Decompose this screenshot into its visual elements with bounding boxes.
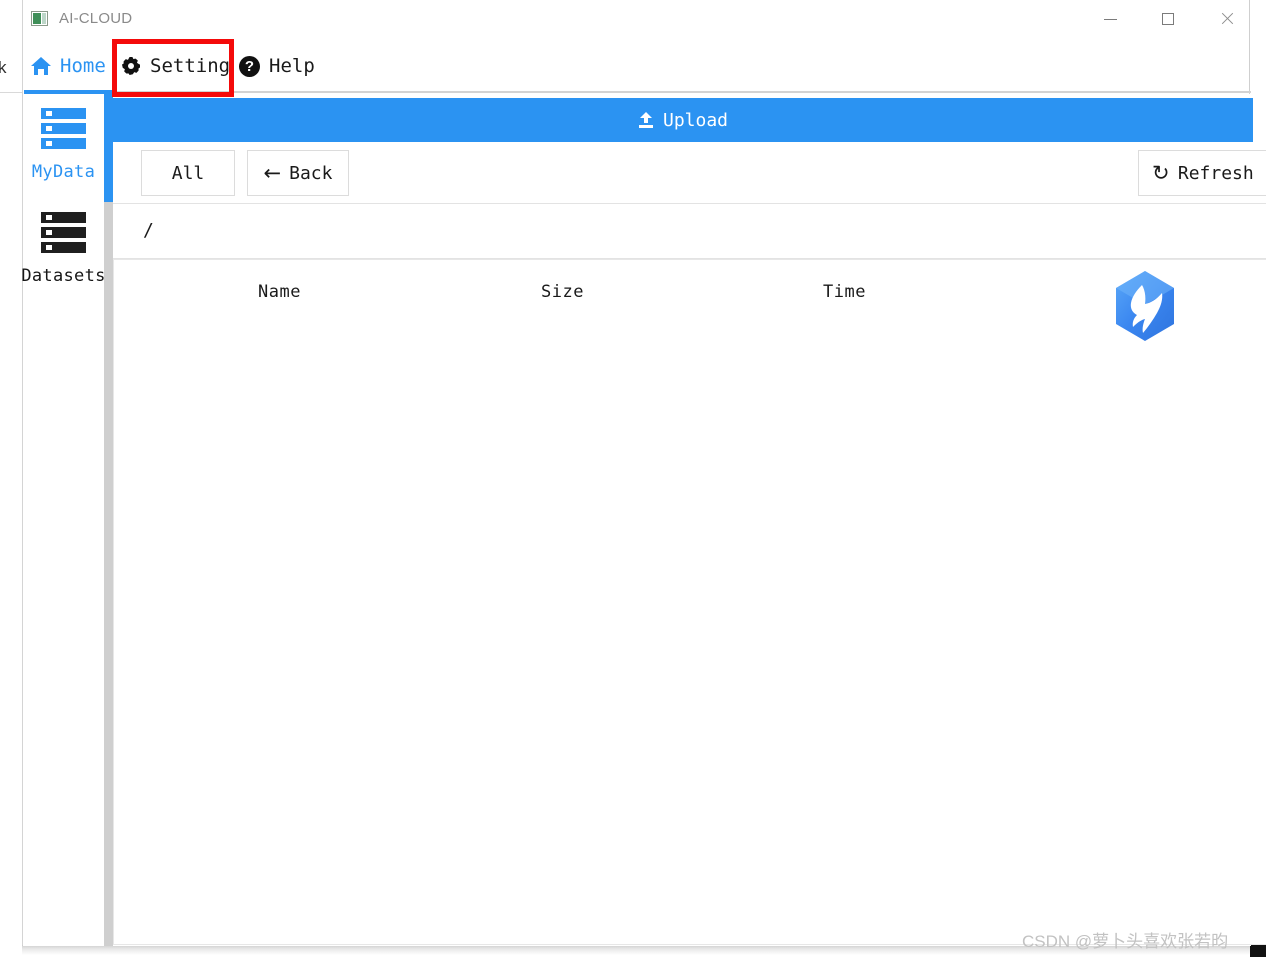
sidebar-scrollbar-track[interactable] <box>104 94 113 946</box>
minimize-icon <box>1103 18 1117 20</box>
background-text-fragment: k <box>0 58 7 77</box>
sidebar: MyData Datasets <box>21 94 106 946</box>
sidebar-item-datasets[interactable]: Datasets <box>21 212 106 286</box>
server-stack-icon <box>41 108 86 150</box>
sidebar-item-mydata[interactable]: MyData <box>23 108 104 182</box>
back-button-label: Back <box>289 162 333 184</box>
main-nav-bar: Home Setting ? Help <box>23 38 1251 94</box>
maximize-icon <box>1162 13 1174 25</box>
screen-root: k AI-CLOUD Home Setting ? Help MyData Da… <box>0 0 1266 957</box>
breadcrumb-bar: / <box>113 204 1266 259</box>
upload-arrow-icon <box>638 111 654 129</box>
background-divider-line <box>0 92 22 93</box>
tab-help[interactable]: ? Help <box>239 38 315 94</box>
file-table: Name Size Time <box>113 259 1266 945</box>
window-title: AI-CLOUD <box>59 10 133 27</box>
question-mark-icon: ? <box>239 55 260 77</box>
maximize-button[interactable] <box>1145 0 1191 38</box>
breadcrumb[interactable]: / <box>143 220 154 241</box>
close-icon <box>1220 12 1234 26</box>
tab-home[interactable]: Home <box>24 38 114 94</box>
all-button-label: All <box>171 162 205 184</box>
column-header-size[interactable]: Size <box>541 282 584 302</box>
app-window-icon <box>31 11 48 26</box>
sidebar-item-datasets-label: Datasets <box>21 266 106 286</box>
content-panel: Upload All ← Back ↺ Refresh / Name Size … <box>113 94 1266 946</box>
tab-setting[interactable]: Setting <box>121 38 230 94</box>
home-icon <box>31 57 51 75</box>
column-header-time[interactable]: Time <box>823 282 866 302</box>
back-button[interactable]: ← Back <box>247 150 349 196</box>
refresh-button-label: Refresh <box>1177 162 1254 184</box>
tab-help-label: Help <box>269 55 315 77</box>
refresh-icon: ↺ <box>1152 160 1170 185</box>
all-button[interactable]: All <box>141 150 235 196</box>
tab-home-label: Home <box>60 55 106 77</box>
file-toolbar: All ← Back ↺ Refresh <box>113 142 1266 204</box>
upload-label: Upload <box>662 109 729 131</box>
server-stack-icon <box>41 212 86 254</box>
title-bar: AI-CLOUD <box>23 0 1249 38</box>
gear-icon <box>121 56 141 76</box>
tab-setting-label: Setting <box>150 55 231 77</box>
sidebar-item-mydata-label: MyData <box>31 162 96 182</box>
close-button[interactable] <box>1204 0 1250 38</box>
application-window: AI-CLOUD Home Setting ? Help MyData Data… <box>21 0 1266 946</box>
sidebar-scrollbar-thumb[interactable] <box>104 94 113 202</box>
minimize-button[interactable] <box>1087 0 1133 38</box>
window-body: MyData Datasets Upload All ← Back ↺ Refr… <box>21 94 1266 946</box>
desktop-background-left <box>0 0 22 957</box>
arrow-left-icon: ← <box>263 160 282 185</box>
hexagon-bird-logo <box>1116 271 1174 341</box>
column-header-name[interactable]: Name <box>258 282 301 302</box>
upload-button[interactable]: Upload <box>113 98 1253 142</box>
csdn-watermark: CSDN @萝卜头喜欢张若昀 <box>1022 932 1229 951</box>
refresh-button[interactable]: ↺ Refresh <box>1138 150 1266 196</box>
